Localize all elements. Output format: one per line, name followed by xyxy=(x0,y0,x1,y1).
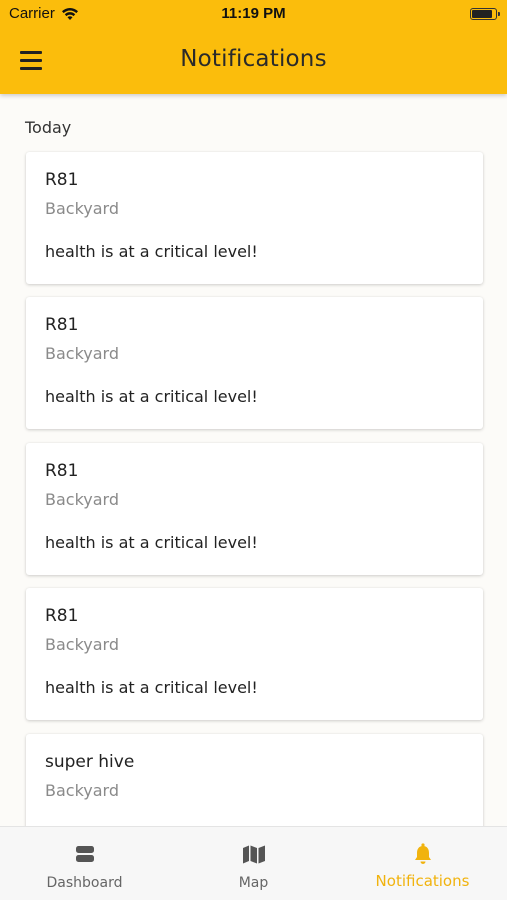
tab-map[interactable]: Map xyxy=(169,827,338,900)
notification-location: Backyard xyxy=(45,199,119,218)
tab-label: Map xyxy=(238,875,269,891)
notification-title: R81 xyxy=(45,461,79,481)
dashboard-icon xyxy=(73,843,97,865)
notification-message: health is at a critical level! xyxy=(45,533,258,552)
status-time: 11:19 PM xyxy=(221,5,286,22)
notification-message: health is at a critical level! xyxy=(45,678,258,697)
notification-title: R81 xyxy=(45,315,79,335)
notification-message: health is at a critical level! xyxy=(45,387,258,406)
section-label-today: Today xyxy=(25,118,72,137)
bottom-tab-bar: Dashboard Map Notifications xyxy=(0,826,507,900)
notification-title: R81 xyxy=(45,606,79,626)
tab-label: Dashboard xyxy=(46,875,123,891)
notification-title: super hive xyxy=(45,752,135,772)
notification-location: Backyard xyxy=(45,490,119,509)
notification-message: health is at a critical level! xyxy=(45,242,258,261)
tab-label: Notifications xyxy=(375,872,470,890)
notification-location: Backyard xyxy=(45,635,119,654)
notification-card[interactable]: R81 Backyard health is at a critical lev… xyxy=(26,443,483,575)
notification-card[interactable]: R81 Backyard health is at a critical lev… xyxy=(26,297,483,429)
notification-title: R81 xyxy=(45,170,79,190)
notification-card[interactable]: super hive Backyard xyxy=(26,734,483,826)
notifications-list[interactable]: Today R81 Backyard health is at a critic… xyxy=(0,94,507,826)
notification-location: Backyard xyxy=(45,781,119,800)
map-icon xyxy=(242,843,266,865)
notification-location: Backyard xyxy=(45,344,119,363)
app-header: Carrier 11:19 PM Notifications xyxy=(0,0,507,94)
page-title: Notifications xyxy=(180,46,327,72)
notification-card[interactable]: R81 Backyard health is at a critical lev… xyxy=(26,152,483,284)
tab-notifications[interactable]: Notifications xyxy=(338,827,507,900)
notification-card[interactable]: R81 Backyard health is at a critical lev… xyxy=(26,588,483,720)
bell-icon xyxy=(411,843,435,865)
tab-dashboard[interactable]: Dashboard xyxy=(0,827,169,900)
battery-level-fill xyxy=(472,10,492,18)
status-bar: Carrier 11:19 PM xyxy=(0,0,507,28)
battery-icon xyxy=(470,8,500,20)
